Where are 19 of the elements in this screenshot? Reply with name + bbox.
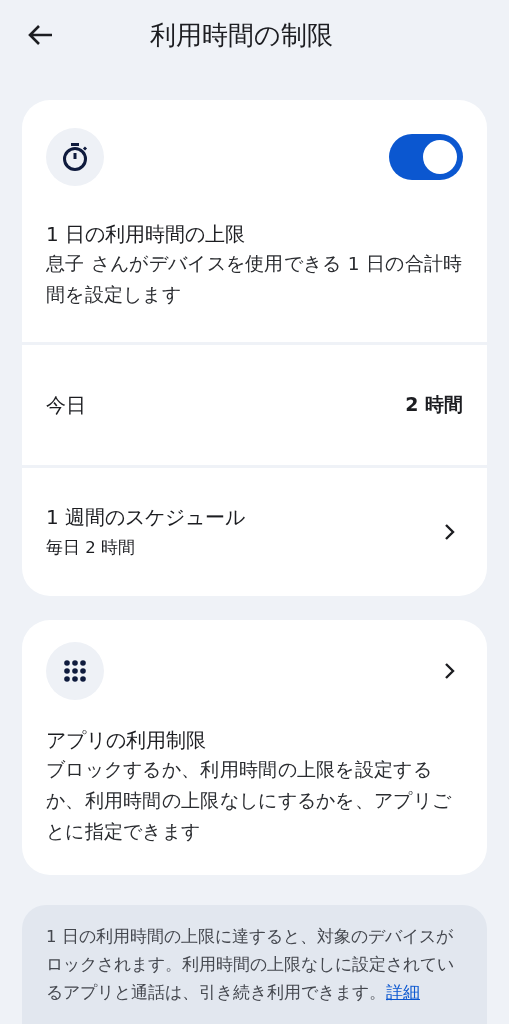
today-label: 今日 (46, 392, 86, 419)
setting-description: 息子 さんがデバイスを使用できる 1 日の合計時間を設定します (46, 252, 463, 307)
back-arrow-icon (28, 24, 54, 46)
chevron-right-icon (443, 662, 457, 680)
toggle-switch[interactable] (389, 134, 463, 180)
schedule-title: 1 週間のスケジュール (46, 504, 246, 531)
details-link[interactable]: 詳細 (386, 983, 420, 1002)
app-limits-card[interactable]: アプリの利用制限 ブロックするか、利用時間の上限を設定するか、利用時間の上限なしにするかを、アプリごとに指定できます (22, 620, 487, 875)
setting-description: ブロックするか、利用時間の上限を設定するか、利用時間の上限なしにするかを、アプリごとに指定できます (46, 758, 453, 844)
today-value: 2 時間 (405, 392, 463, 417)
setting-title: 1 日の利用時間の上限 (46, 221, 247, 248)
schedule-row[interactable]: 1 週間のスケジュール 毎日 2 時間 (22, 468, 487, 596)
page-title: 利用時間の制限 (150, 18, 333, 52)
schedule-subtitle: 毎日 2 時間 (46, 537, 136, 559)
info-text: 1 日の利用時間の上限に達すると、対象のデバイスがロックされます。利用時間の上限なしに設定されているアプリと通話は、引き続き利用できます。詳細 (46, 926, 455, 1004)
setting-title: アプリの利用制限 (46, 727, 207, 754)
app-grid-icon (64, 660, 86, 682)
chevron-right-icon (443, 523, 457, 541)
stopwatch-icon (61, 142, 89, 172)
